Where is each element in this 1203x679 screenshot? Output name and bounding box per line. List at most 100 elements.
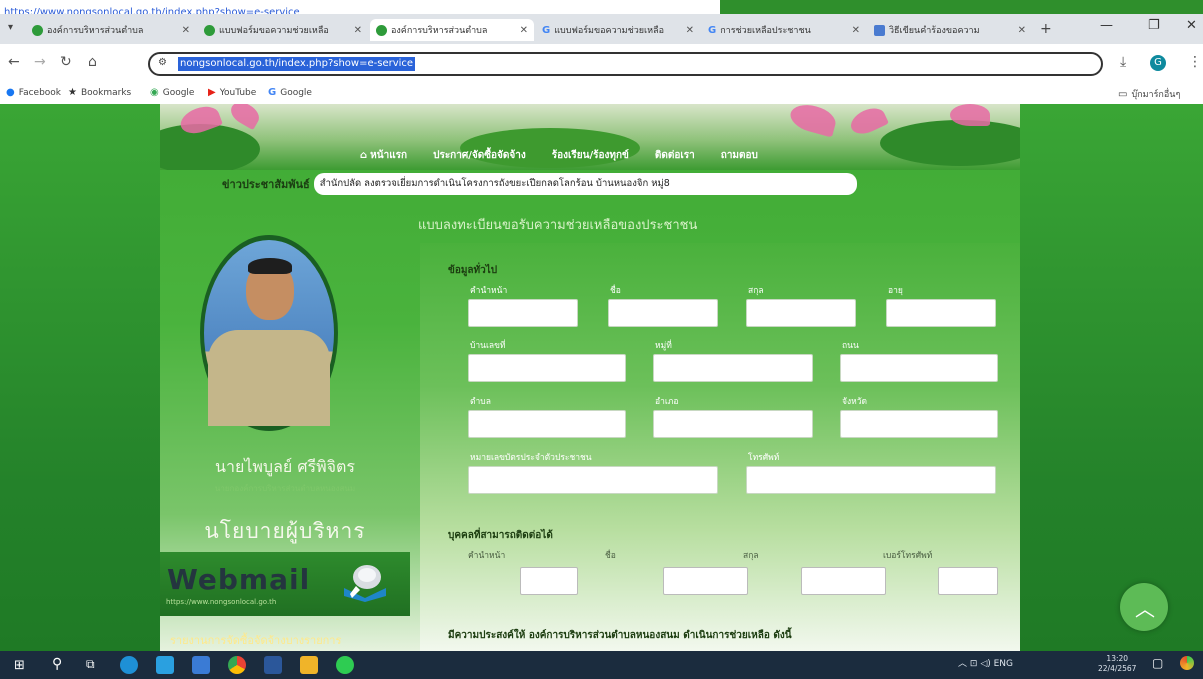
label-lastname: สกุล (748, 286, 764, 296)
url-text[interactable]: nongsonlocal.go.th/index.php?show=e-serv… (178, 57, 416, 71)
close-tab-icon[interactable]: ✕ (520, 25, 528, 36)
label-moo: หมู่ที่ (655, 341, 672, 351)
contact-firstname-input[interactable] (663, 567, 748, 595)
browser-tab-3-active[interactable]: องค์การบริหารส่วนตำบล ✕ (370, 19, 534, 41)
amphoe-input[interactable] (653, 410, 813, 438)
scroll-to-top-button[interactable]: ︿ (1120, 583, 1168, 631)
network-icon[interactable]: ⊡ (970, 659, 978, 669)
tab-search-icon[interactable]: ▾ (8, 22, 13, 33)
moo-input[interactable] (653, 354, 813, 382)
bookmarks-bar: ● Facebook ★ Bookmarks ◉ Google ▶ YouTube GG… (0, 82, 1203, 105)
close-tab-icon[interactable]: ✕ (852, 25, 860, 36)
task-view-icon[interactable]: ⧉ (86, 657, 95, 672)
province-input[interactable] (840, 410, 998, 438)
prefix-input[interactable] (468, 299, 578, 327)
firstname-input[interactable] (608, 299, 718, 327)
label-firstname: ชื่อ (610, 286, 621, 296)
clock-date: 22/4/2567 (1098, 664, 1137, 673)
windows-start-icon[interactable]: ⊞ (14, 658, 25, 673)
volume-icon[interactable]: ◁) (980, 659, 990, 669)
system-tray: ︿ ⊡ ◁) ENG (958, 656, 1013, 669)
label-road: ถนน (842, 341, 859, 351)
policy-link[interactable]: นโยบายผู้บริหาร (160, 515, 410, 548)
home-icon[interactable]: ⌂ (88, 54, 97, 70)
notification-icon[interactable]: ▢ (1152, 656, 1163, 670)
browser-tab-6[interactable]: วิธีเขียนคำร้องขอความ ✕ (868, 19, 1032, 41)
browser-tab-2[interactable]: แบบฟอร์มขอความช่วยเหลือ ✕ (198, 19, 368, 41)
bookmark-label: Google (162, 87, 195, 98)
close-tab-icon[interactable]: ✕ (686, 25, 694, 36)
news-ticker-bar: ข่าวประชาสัมพันธ์ สำนักปลัด ลงตรวจเยี่ยม… (222, 172, 857, 196)
label-contact-firstname: ชื่อ (605, 551, 616, 561)
back-icon[interactable]: ← (8, 54, 20, 70)
tab-label: แบบฟอร์มขอความช่วยเหลือ (219, 26, 329, 36)
tab-label: องค์การบริหารส่วนตำบล (391, 26, 488, 36)
menu-item-complaint[interactable]: ร้องเรียน/ร้องทุกข์ (552, 146, 629, 164)
star-icon: ★ (68, 87, 77, 98)
label-contact-phone: เบอร์โทรศัพท์ (883, 551, 933, 561)
menu-item-contact[interactable]: ติดต่อเรา (655, 146, 695, 164)
menu-dots-icon[interactable]: ⋮ (1188, 54, 1202, 70)
request-statement: มีความประสงค์ให้ องค์การบริหารส่วนตำบลหน… (448, 630, 792, 641)
bookmark-facebook[interactable]: ● Facebook (6, 87, 61, 98)
bookmark-youtube[interactable]: ▶ YouTube (208, 87, 256, 98)
label-age: อายุ (888, 286, 903, 296)
menu-item-procurement[interactable]: ประกาศ/จัดซื้อจัดจ้าง (433, 146, 526, 164)
house-no-input[interactable] (468, 354, 626, 382)
close-tab-icon[interactable]: ✕ (182, 25, 190, 36)
profile-avatar[interactable]: G (1150, 55, 1166, 71)
tambon-input[interactable] (468, 410, 626, 438)
new-tab-icon[interactable]: + (1040, 21, 1052, 37)
browser-tab-5[interactable]: G การช่วยเหลือประชาชน ✕ (702, 19, 866, 41)
store-icon[interactable] (156, 656, 174, 674)
input-language[interactable]: ENG (994, 659, 1013, 669)
phone-input[interactable] (746, 466, 996, 494)
browser-tab-1[interactable]: องค์การบริหารส่วนตำบล ✕ (26, 19, 196, 41)
minimize-icon[interactable]: — (1100, 18, 1113, 33)
doc-favicon-icon (874, 24, 885, 36)
site-info-icon[interactable]: ⚙ (158, 57, 167, 68)
site-favicon-icon (32, 24, 43, 36)
app-tray-icon[interactable] (1180, 656, 1194, 670)
tray-chevron-icon[interactable]: ︿ (958, 659, 967, 669)
road-input[interactable] (840, 354, 998, 382)
bookmark-bookmarks[interactable]: ★ Bookmarks (68, 87, 131, 98)
restore-icon[interactable]: ❐ (1148, 18, 1160, 33)
forward-icon[interactable]: → (34, 54, 46, 70)
close-tab-icon[interactable]: ✕ (354, 25, 362, 36)
other-bookmarks[interactable]: ▭ บุ๊กมาร์กอื่นๆ (1118, 87, 1180, 101)
download-icon[interactable]: ⤓ (1120, 54, 1126, 70)
word-icon[interactable] (264, 656, 282, 674)
browser-tab-4[interactable]: G แบบฟอร์มขอความช่วยเหลือ ✕ (536, 19, 700, 41)
contact-prefix-input[interactable] (520, 567, 578, 595)
edge-icon[interactable] (120, 656, 138, 674)
close-tab-icon[interactable]: ✕ (1018, 25, 1026, 36)
menu-item-home[interactable]: ⌂ หน้าแรก (360, 146, 407, 164)
search-icon[interactable]: ⚲ (52, 656, 62, 672)
home-icon: ⌂ (360, 149, 368, 161)
bookmark-google[interactable]: ◉ Google (150, 87, 194, 98)
procurement-report-link[interactable]: รายงานการจัดซื้อจัดจ้างบางรายการ (160, 630, 410, 651)
site-favicon-icon (204, 24, 215, 36)
line-app-icon[interactable] (336, 656, 354, 674)
clock-time: 13:20 (1106, 654, 1129, 663)
bookmark-google-2[interactable]: G Google (268, 87, 312, 98)
chrome-taskbar-icon[interactable] (228, 656, 246, 674)
label-phone: โทรศัพท์ (748, 453, 780, 463)
mail-app-icon[interactable] (192, 656, 210, 674)
close-window-icon[interactable]: ✕ (1186, 18, 1197, 33)
lastname-input[interactable] (746, 299, 856, 327)
label-contact-prefix: คำนำหน้า (468, 551, 506, 561)
taskbar-clock[interactable]: 13:20 22/4/2567 (1098, 654, 1136, 674)
menu-item-qa[interactable]: ถามตอบ (721, 146, 758, 164)
age-input[interactable] (886, 299, 996, 327)
reload-icon[interactable]: ↻ (60, 54, 72, 70)
id-card-input[interactable] (468, 466, 718, 494)
label-id-card: หมายเลขบัตรประจำตัวประชาชน (470, 453, 592, 463)
contact-lastname-input[interactable] (801, 567, 886, 595)
news-ticker[interactable]: สำนักปลัด ลงตรวจเยี่ยมการดำเนินโครงการถั… (313, 173, 857, 195)
file-explorer-icon[interactable] (300, 656, 318, 674)
contact-phone-input[interactable] (938, 567, 998, 595)
label-house-no: บ้านเลขที่ (470, 341, 506, 351)
google-icon: G (268, 87, 277, 98)
